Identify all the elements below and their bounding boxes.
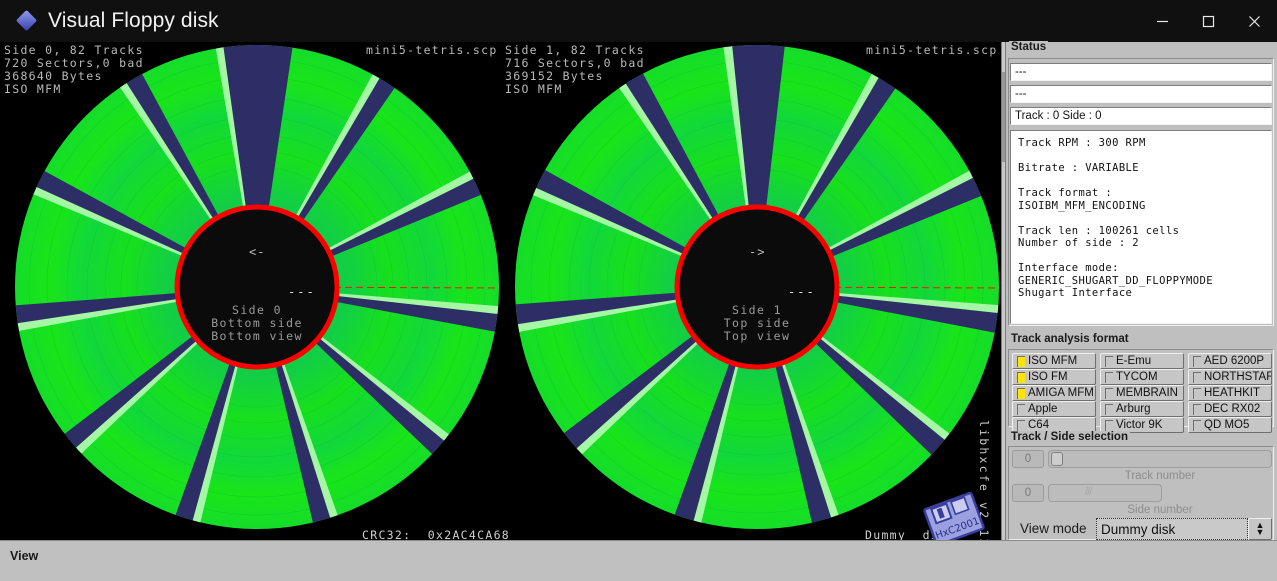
disk-visualization-canvas[interactable]: Side 0, 82 Tracks 720 Sectors,0 bad 3686… — [0, 42, 1001, 540]
checkbox-box — [1105, 371, 1113, 383]
view-mode-combobox[interactable]: Dummy disk — [1096, 518, 1248, 540]
track-number-slider[interactable] — [1048, 450, 1272, 468]
side-number-slider[interactable]: /// — [1048, 484, 1162, 502]
bottom-toolbar: View 85.00 x offset (% of the track len)… — [0, 540, 1277, 581]
checkbox-amiga-mfm[interactable]: AMIGA MFM — [1012, 385, 1096, 401]
checkbox-box — [1193, 355, 1201, 367]
side0-header-line4: ISO MFM — [4, 82, 62, 96]
status-group: Status --- --- Track : 0 Side : 0 Track … — [1006, 41, 1277, 330]
side1-filename: mini5-tetris.scp — [866, 43, 998, 57]
side0-direction-arrow: <- — [249, 245, 266, 259]
checkbox-aed-6200p[interactable]: AED 6200P — [1188, 353, 1272, 369]
track-analysis-group: Track analysis format ISO MFM ISO FM AMI… — [1006, 333, 1277, 433]
track-number-label: Track number — [1124, 470, 1196, 482]
checkbox-box — [1193, 371, 1201, 383]
checkbox-box — [1105, 355, 1113, 367]
checkbox-box — [1105, 403, 1113, 415]
track-slider-knob[interactable] — [1051, 452, 1063, 466]
scrollbar-thumb[interactable] — [1002, 72, 1005, 162]
checkbox-box — [1193, 419, 1201, 431]
chevron-down-icon: ▼ — [1255, 527, 1265, 537]
track-side-status-field[interactable]: Track : 0 Side : 0 — [1010, 107, 1272, 125]
side-number-label: Side number — [1127, 504, 1193, 516]
checkbox-northstar[interactable]: NORTHSTAR — [1188, 369, 1272, 385]
checkbox-arburg[interactable]: Arburg — [1100, 401, 1184, 417]
side1-direction-arrow: -> — [749, 245, 766, 259]
checkbox-box — [1193, 403, 1201, 415]
minimize-button[interactable] — [1139, 0, 1185, 42]
crc32-label: CRC32: 0x2AC4CA68 — [362, 528, 511, 541]
status-field-2[interactable]: --- — [1010, 85, 1272, 103]
view-mode-chevron-updown-icon[interactable]: ▲ ▼ — [1248, 518, 1272, 540]
track-side-group-title: Track / Side selection — [1009, 431, 1130, 443]
view-section-label: View — [10, 549, 39, 563]
close-button[interactable] — [1231, 0, 1277, 42]
window-title: Visual Floppy disk — [48, 9, 219, 32]
side1-hub-line3: Top view — [723, 329, 791, 343]
status-field-1[interactable]: --- — [1010, 63, 1272, 81]
side0-hub-line3: Bottom view — [211, 329, 303, 343]
app-diamond-icon — [15, 9, 38, 32]
maximize-button[interactable] — [1185, 0, 1231, 42]
checkbox-box — [1017, 419, 1025, 431]
checkbox-e-emu[interactable]: E-Emu — [1100, 353, 1184, 369]
checkbox-iso-mfm[interactable]: ISO MFM — [1012, 353, 1096, 369]
side0-dashes: --- — [288, 285, 316, 299]
side-number-value[interactable]: 0 — [1012, 484, 1044, 502]
slider-hatch-icon: /// — [1085, 486, 1092, 498]
checkbox-dec-rx02[interactable]: DEC RX02 — [1188, 401, 1272, 417]
checkbox-box — [1105, 419, 1113, 431]
checkbox-tycom[interactable]: TYCOM — [1100, 369, 1184, 385]
checkbox-box — [1193, 387, 1201, 399]
track-analysis-group-title: Track analysis format — [1009, 333, 1131, 345]
right-control-panel: Status --- --- Track : 0 Side : 0 Track … — [1006, 41, 1277, 540]
checkbox-qd-mo5[interactable]: QD MO5 — [1188, 417, 1272, 433]
checkbox-membrain[interactable]: MEMBRAIN — [1100, 385, 1184, 401]
application-window: Visual Floppy disk Side 0, 82 Tracks 720… — [0, 0, 1277, 581]
checkbox-box — [1017, 355, 1025, 367]
side0-filename: mini5-tetris.scp — [366, 43, 498, 57]
view-mode-label: View mode — [1020, 521, 1087, 536]
checkbox-heathkit[interactable]: HEATHKIT — [1188, 385, 1272, 401]
title-bar: Visual Floppy disk — [0, 0, 1277, 42]
side1-dashes: --- — [788, 285, 816, 299]
track-side-selection-group: Track / Side selection 0 Track number 0 … — [1006, 431, 1277, 540]
checkbox-box — [1017, 387, 1025, 399]
disk-side1-graphic[interactable] — [460, 42, 1001, 540]
track-number-value[interactable]: 0 — [1012, 450, 1044, 468]
hxc2001-logo-icon: HxC2001 — [921, 486, 987, 540]
checkbox-box — [1017, 371, 1025, 383]
checkbox-iso-fm[interactable]: ISO FM — [1012, 369, 1096, 385]
disk-details-textarea[interactable]: Track RPM : 300 RPM Bitrate : VARIABLE T… — [1010, 130, 1272, 324]
status-group-title: Status — [1009, 41, 1049, 53]
checkbox-box — [1105, 387, 1113, 399]
checkbox-apple[interactable]: Apple — [1012, 401, 1096, 417]
checkbox-box — [1017, 403, 1025, 415]
side1-header-line4: ISO MFM — [505, 82, 563, 96]
